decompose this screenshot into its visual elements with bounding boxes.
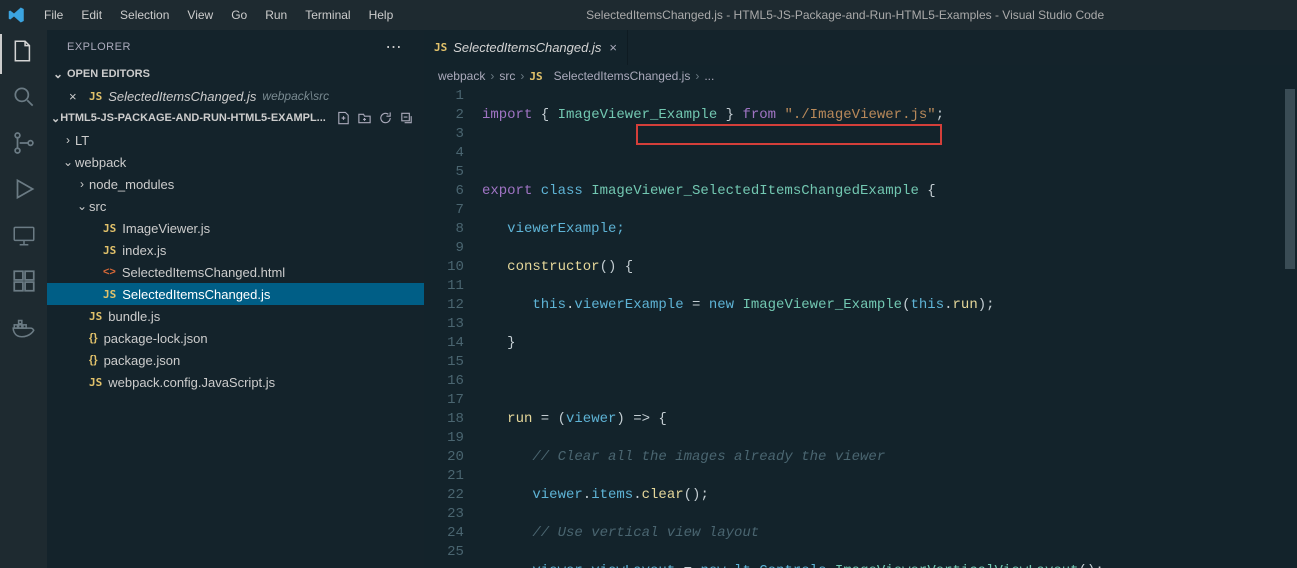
tab-selected-items-changed[interactable]: JS SelectedItemsChanged.js ×	[424, 30, 628, 65]
js-file-icon: JS	[103, 222, 116, 235]
tree-file-selected-html[interactable]: <> SelectedItemsChanged.html	[47, 261, 424, 283]
scrollbar-vertical[interactable]	[1283, 87, 1297, 568]
run-debug-icon[interactable]	[11, 176, 37, 202]
html-file-icon: <>	[103, 266, 116, 278]
open-editor-filename: SelectedItemsChanged.js	[108, 89, 256, 104]
collapse-all-icon[interactable]	[399, 109, 414, 127]
sidebar-header: EXPLORER ⋯	[47, 30, 424, 63]
js-file-icon: JS	[103, 244, 116, 257]
docker-icon[interactable]	[11, 314, 37, 340]
explorer-title: EXPLORER	[67, 41, 131, 53]
tree-file-index[interactable]: JS index.js	[47, 239, 424, 261]
search-icon[interactable]	[11, 84, 37, 110]
breadcrumb-part[interactable]: webpack	[438, 69, 485, 83]
file-tree: › LT ⌄ webpack › node_modules ⌄ src JS I…	[47, 129, 424, 393]
chevron-down-icon: ⌄	[75, 199, 89, 213]
tab-close-icon[interactable]: ×	[609, 40, 617, 55]
chevron-down-icon: ⌄	[51, 67, 65, 81]
menu-help[interactable]: Help	[361, 4, 402, 26]
menu-terminal[interactable]: Terminal	[297, 4, 358, 26]
open-editor-path: webpack\src	[262, 89, 329, 103]
extensions-icon[interactable]	[11, 268, 37, 294]
menu-go[interactable]: Go	[223, 4, 255, 26]
tree-folder-node-modules[interactable]: › node_modules	[47, 173, 424, 195]
json-file-icon: {}	[89, 332, 98, 344]
menu-bar: File Edit Selection View Go Run Terminal…	[36, 4, 401, 26]
new-file-icon[interactable]	[336, 109, 351, 127]
line-numbers: 1234567891011121314151617181920212223242…	[424, 87, 482, 568]
vscode-logo-icon	[8, 6, 26, 24]
tree-file-package[interactable]: {} package.json	[47, 349, 424, 371]
tree-folder-lt[interactable]: › LT	[47, 129, 424, 151]
tab-filename: SelectedItemsChanged.js	[453, 40, 601, 55]
tab-bar: JS SelectedItemsChanged.js ×	[424, 30, 1297, 65]
tree-folder-src[interactable]: ⌄ src	[47, 195, 424, 217]
window-title: SelectedItemsChanged.js - HTML5-JS-Packa…	[401, 8, 1289, 22]
chevron-right-icon: ›	[490, 69, 494, 83]
source-control-icon[interactable]	[11, 130, 37, 156]
titlebar: File Edit Selection View Go Run Terminal…	[0, 0, 1297, 30]
chevron-right-icon: ›	[695, 69, 699, 83]
chevron-down-icon: ⌄	[61, 155, 75, 169]
open-editors-label: OPEN EDITORS	[67, 68, 150, 80]
scrollbar-thumb[interactable]	[1285, 89, 1295, 269]
menu-file[interactable]: File	[36, 4, 71, 26]
chevron-down-icon: ⌄	[51, 112, 60, 125]
new-folder-icon[interactable]	[357, 109, 372, 127]
tree-file-webpack-config[interactable]: JS webpack.config.JavaScript.js	[47, 371, 424, 393]
code-content[interactable]: import { ImageViewer_Example } from "./I…	[482, 87, 1297, 568]
highlight-annotation	[636, 124, 942, 145]
chevron-right-icon: ›	[75, 177, 89, 191]
js-file-icon: JS	[103, 288, 116, 301]
js-file-icon: JS	[89, 310, 102, 323]
tree-folder-webpack[interactable]: ⌄ webpack	[47, 151, 424, 173]
json-file-icon: {}	[89, 354, 98, 366]
js-file-icon: JS	[529, 70, 542, 83]
open-editor-item[interactable]: × JS SelectedItemsChanged.js webpack\src	[47, 85, 424, 107]
open-editors-header[interactable]: ⌄ OPEN EDITORS	[47, 63, 424, 85]
breadcrumb-part[interactable]: ...	[704, 69, 714, 83]
tree-file-selected-js[interactable]: JS SelectedItemsChanged.js	[47, 283, 424, 305]
chevron-right-icon: ›	[61, 133, 75, 147]
folder-root-label: HTML5-JS-PACKAGE-AND-RUN-HTML5-EXAMPL...	[60, 112, 326, 124]
folder-root-header[interactable]: ⌄ HTML5-JS-PACKAGE-AND-RUN-HTML5-EXAMPL.…	[47, 107, 424, 129]
menu-run[interactable]: Run	[257, 4, 295, 26]
js-file-icon: JS	[89, 376, 102, 389]
sidebar: EXPLORER ⋯ ⌄ OPEN EDITORS × JS SelectedI…	[47, 30, 424, 568]
menu-view[interactable]: View	[179, 4, 221, 26]
menu-edit[interactable]: Edit	[73, 4, 110, 26]
tree-file-imageviewer[interactable]: JS ImageViewer.js	[47, 217, 424, 239]
menu-selection[interactable]: Selection	[112, 4, 177, 26]
explorer-more-icon[interactable]: ⋯	[381, 37, 406, 57]
code-editor[interactable]: 1234567891011121314151617181920212223242…	[424, 87, 1297, 568]
explorer-icon[interactable]	[11, 38, 37, 64]
tree-file-package-lock[interactable]: {} package-lock.json	[47, 327, 424, 349]
breadcrumb-part[interactable]: SelectedItemsChanged.js	[554, 69, 691, 83]
js-file-icon: JS	[89, 90, 102, 103]
breadcrumb-part[interactable]: src	[499, 69, 515, 83]
breadcrumb[interactable]: webpack › src › JS SelectedItemsChanged.…	[424, 65, 1297, 87]
js-file-icon: JS	[434, 41, 447, 54]
close-icon[interactable]: ×	[69, 89, 85, 104]
tree-file-bundle[interactable]: JS bundle.js	[47, 305, 424, 327]
chevron-right-icon: ›	[520, 69, 524, 83]
activity-bar	[0, 30, 47, 568]
remote-explorer-icon[interactable]	[11, 222, 37, 248]
editor-area: JS SelectedItemsChanged.js × webpack › s…	[424, 30, 1297, 568]
refresh-icon[interactable]	[378, 109, 393, 127]
